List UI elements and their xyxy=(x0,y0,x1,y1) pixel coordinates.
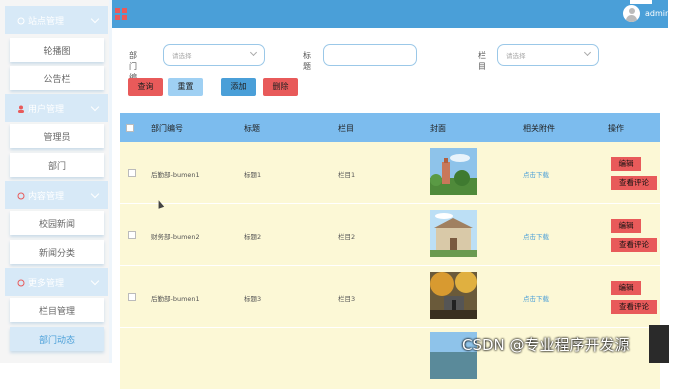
sidebar-group-label: 用户管理 xyxy=(28,105,65,115)
cell-column: 栏目1 xyxy=(338,171,356,179)
sidebar-item-label: 栏目管理 xyxy=(38,307,75,317)
cover-image[interactable] xyxy=(430,272,477,319)
sidebar-item-carousel[interactable]: 轮播图 xyxy=(10,38,104,62)
sidebar-item-label: 管理员 xyxy=(43,133,71,143)
col-header-actions: 操作 xyxy=(608,124,624,133)
view-comments-button[interactable]: 查看评论 xyxy=(611,176,657,190)
view-comments-button[interactable]: 查看评论 xyxy=(611,300,657,314)
chevron-down-icon xyxy=(249,48,258,57)
sidebar-item-admin[interactable]: 管理员 xyxy=(10,124,104,148)
col-header-title: 标题 xyxy=(244,124,260,133)
download-link[interactable]: 点击下载 xyxy=(523,231,549,241)
cell-dept: 财务部-bumen2 xyxy=(151,233,200,241)
table-row[interactable]: 后勤部-bumen1 标题3 栏目3 点击下载 编辑 查看评论 xyxy=(120,266,660,328)
table-header: 部门编号 标题 栏目 封面 相关附件 操作 xyxy=(120,113,660,142)
cell-title: 标题3 xyxy=(244,295,262,303)
query-button[interactable]: 查询 xyxy=(128,78,163,96)
content-icon xyxy=(17,192,25,199)
chevron-down-icon xyxy=(90,276,100,286)
sidebar-item-label: 公告栏 xyxy=(43,75,71,85)
data-table: 部门编号 标题 栏目 封面 相关附件 操作 后勤部-bumen1 标题1 栏目1… xyxy=(120,113,660,390)
avatar[interactable] xyxy=(623,5,640,22)
download-link[interactable]: 点击下载 xyxy=(523,293,549,303)
chevron-down-icon xyxy=(90,102,100,112)
sidebar-item-campus-news[interactable]: 校园新闻 xyxy=(10,211,104,235)
cell-column: 栏目2 xyxy=(338,233,356,241)
menu-toggle-icon[interactable] xyxy=(115,8,127,20)
column-filter-label: 栏目 xyxy=(478,51,486,71)
add-button[interactable]: 添加 xyxy=(221,78,256,96)
title-input[interactable] xyxy=(323,44,417,66)
cover-image[interactable] xyxy=(430,148,477,195)
sidebar: 站点管理 轮播图 公告栏 用户管理 管理员 部门 内容管理 校园新闻 新闻分类 … xyxy=(0,0,112,363)
col-header-cover: 封面 xyxy=(430,124,446,133)
cell-column: 栏目3 xyxy=(338,295,356,303)
chevron-down-icon xyxy=(583,48,592,57)
row-checkbox[interactable] xyxy=(128,169,136,177)
cell-title: 标题2 xyxy=(244,233,262,241)
chevron-down-icon xyxy=(90,189,100,199)
cell-title: 标题1 xyxy=(244,171,262,179)
watermark-text: CSDN @专业程序开发源 xyxy=(462,336,630,354)
sidebar-item-dept-news[interactable]: 部门动态 xyxy=(10,327,104,351)
sidebar-item-notice[interactable]: 公告栏 xyxy=(10,66,104,90)
col-header-attachment: 相关附件 xyxy=(523,124,555,133)
sidebar-item-news-category[interactable]: 新闻分类 xyxy=(10,240,104,264)
cell-dept: 后勤部-bumen1 xyxy=(151,295,200,303)
sidebar-item-column-manage[interactable]: 栏目管理 xyxy=(10,298,104,322)
table-row[interactable]: 财务部-bumen2 标题2 栏目2 点击下载 编辑 查看评论 xyxy=(120,204,660,266)
view-comments-button[interactable]: 查看评论 xyxy=(611,238,657,252)
sidebar-item-dept[interactable]: 部门 xyxy=(10,153,104,177)
dept-select-placeholder: 请选择 xyxy=(172,52,192,60)
sidebar-item-label: 新闻分类 xyxy=(38,249,75,259)
site-icon xyxy=(17,17,25,24)
user-icon xyxy=(18,105,24,113)
sidebar-group-site[interactable]: 站点管理 xyxy=(5,6,108,34)
col-header-column: 栏目 xyxy=(338,124,354,133)
edit-button[interactable]: 编辑 xyxy=(611,157,641,171)
col-header-dept: 部门编号 xyxy=(151,124,183,133)
sidebar-group-more[interactable]: 更多管理 xyxy=(5,268,108,296)
edit-button[interactable]: 编辑 xyxy=(611,281,641,295)
column-select-placeholder: 请选择 xyxy=(506,52,526,60)
sidebar-group-label: 站点管理 xyxy=(28,17,65,27)
select-all-checkbox[interactable] xyxy=(126,124,134,132)
table-row[interactable]: 后勤部-bumen1 标题1 栏目1 点击下载 编辑 查看评论 xyxy=(120,142,660,204)
sidebar-item-label: 部门 xyxy=(47,162,66,172)
sidebar-item-label: 部门动态 xyxy=(38,336,75,346)
more-icon xyxy=(17,279,25,286)
download-link[interactable]: 点击下载 xyxy=(523,169,549,179)
sidebar-item-label: 轮播图 xyxy=(43,47,71,57)
column-select[interactable]: 请选择 xyxy=(497,44,599,66)
username[interactable]: admin xyxy=(645,9,670,18)
row-checkbox[interactable] xyxy=(128,231,136,239)
dept-select[interactable]: 请选择 xyxy=(163,44,265,66)
chevron-down-icon xyxy=(90,14,100,24)
cell-dept: 后勤部-bumen1 xyxy=(151,171,200,179)
title-filter-label: 标题 xyxy=(303,51,311,71)
sidebar-group-label: 内容管理 xyxy=(28,192,65,202)
watermark-block xyxy=(649,325,669,363)
sidebar-group-content[interactable]: 内容管理 xyxy=(5,181,108,209)
reset-button[interactable]: 重置 xyxy=(168,78,203,96)
sidebar-group-label: 更多管理 xyxy=(28,279,65,289)
top-strip xyxy=(630,0,652,4)
sidebar-item-label: 校园新闻 xyxy=(38,220,75,230)
row-checkbox[interactable] xyxy=(128,293,136,301)
cover-image[interactable] xyxy=(430,210,477,257)
edit-button[interactable]: 编辑 xyxy=(611,219,641,233)
delete-button[interactable]: 删除 xyxy=(263,78,298,96)
sidebar-group-users[interactable]: 用户管理 xyxy=(5,94,108,122)
